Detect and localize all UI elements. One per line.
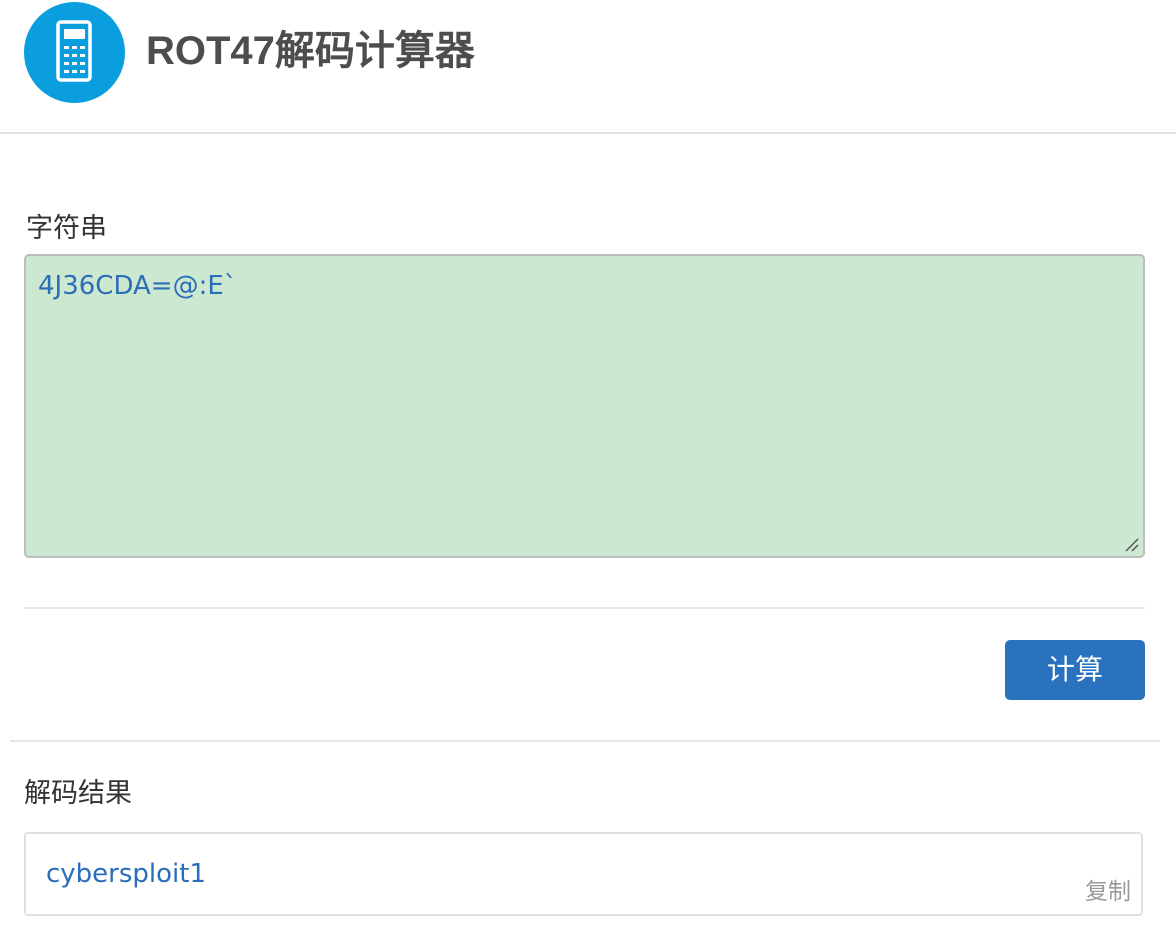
- page-header: ROT47解码计算器: [0, 0, 1176, 134]
- result-output: cybersploit1 复制: [24, 832, 1143, 916]
- copy-button[interactable]: 复制: [1085, 878, 1131, 906]
- calculate-button[interactable]: 计算: [1005, 640, 1145, 700]
- input-label: 字符串: [26, 213, 107, 244]
- page-title: ROT47解码计算器: [146, 29, 475, 73]
- section-divider: [10, 740, 1160, 742]
- result-label: 解码结果: [24, 778, 132, 809]
- calculator-icon: [24, 2, 125, 103]
- resize-handle-icon[interactable]: [1123, 536, 1139, 552]
- string-input[interactable]: 4J36CDA=@:E`: [24, 254, 1145, 558]
- result-value: cybersploit1: [46, 859, 207, 889]
- string-input-value[interactable]: 4J36CDA=@:E`: [38, 270, 237, 302]
- divider: [24, 607, 1145, 609]
